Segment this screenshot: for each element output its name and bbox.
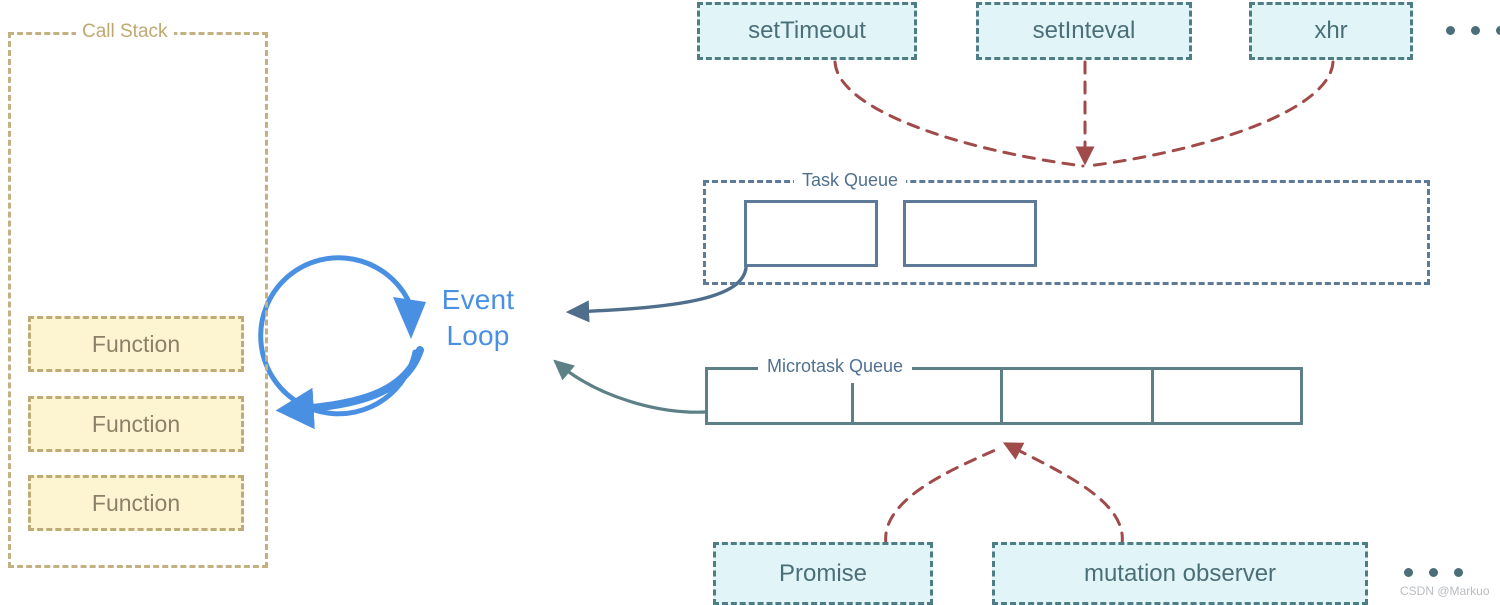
edge-microtask-queue-to-event-loop: [553, 359, 708, 414]
microtask-queue-label: Microtask Queue: [758, 356, 913, 377]
event-loop-circle: [258, 255, 418, 417]
microtask-queue-divider: [851, 383, 854, 425]
microtask-source-mutation-observer[interactable]: mutation observer: [992, 542, 1368, 605]
event-loop-label-line1: Event: [441, 284, 515, 315]
edge-mutation-observer-to-microtask-queue: [1002, 442, 1124, 546]
watermark: CSDN @Markuo: [1400, 584, 1490, 598]
microtask-source-ellipsis-icon: [1404, 568, 1463, 577]
event-loop-label-line2: Loop: [446, 320, 510, 351]
call-stack-frame[interactable]: Function: [28, 475, 244, 531]
edge-xhr-to-task-queue: [1086, 60, 1335, 168]
web-api-xhr[interactable]: xhr: [1249, 2, 1413, 60]
web-api-settimeout[interactable]: setTimeout: [697, 2, 917, 60]
edge-settimeout-to-task-queue: [833, 60, 1085, 168]
call-stack-frame[interactable]: Function: [28, 396, 244, 452]
event-loop-diagram: Call Stack Function Function Function Ev…: [0, 0, 1500, 605]
microtask-queue-divider: [1000, 367, 1003, 425]
task-queue-item[interactable]: [744, 200, 878, 267]
event-loop-label: Event Loop: [414, 282, 542, 354]
edge-event-loop-to-call-stack: [275, 346, 424, 430]
microtask-queue-divider: [1151, 367, 1154, 425]
task-queue-item[interactable]: [903, 200, 1037, 267]
call-stack-frame[interactable]: Function: [28, 316, 244, 372]
web-api-setinteval[interactable]: setInteval: [976, 2, 1192, 60]
edge-promise-to-microtask-queue: [884, 446, 1002, 546]
web-api-ellipsis-icon: [1446, 26, 1500, 35]
microtask-source-promise[interactable]: Promise: [713, 542, 933, 605]
task-queue-label: Task Queue: [794, 170, 907, 191]
call-stack-label: Call Stack: [76, 21, 174, 43]
